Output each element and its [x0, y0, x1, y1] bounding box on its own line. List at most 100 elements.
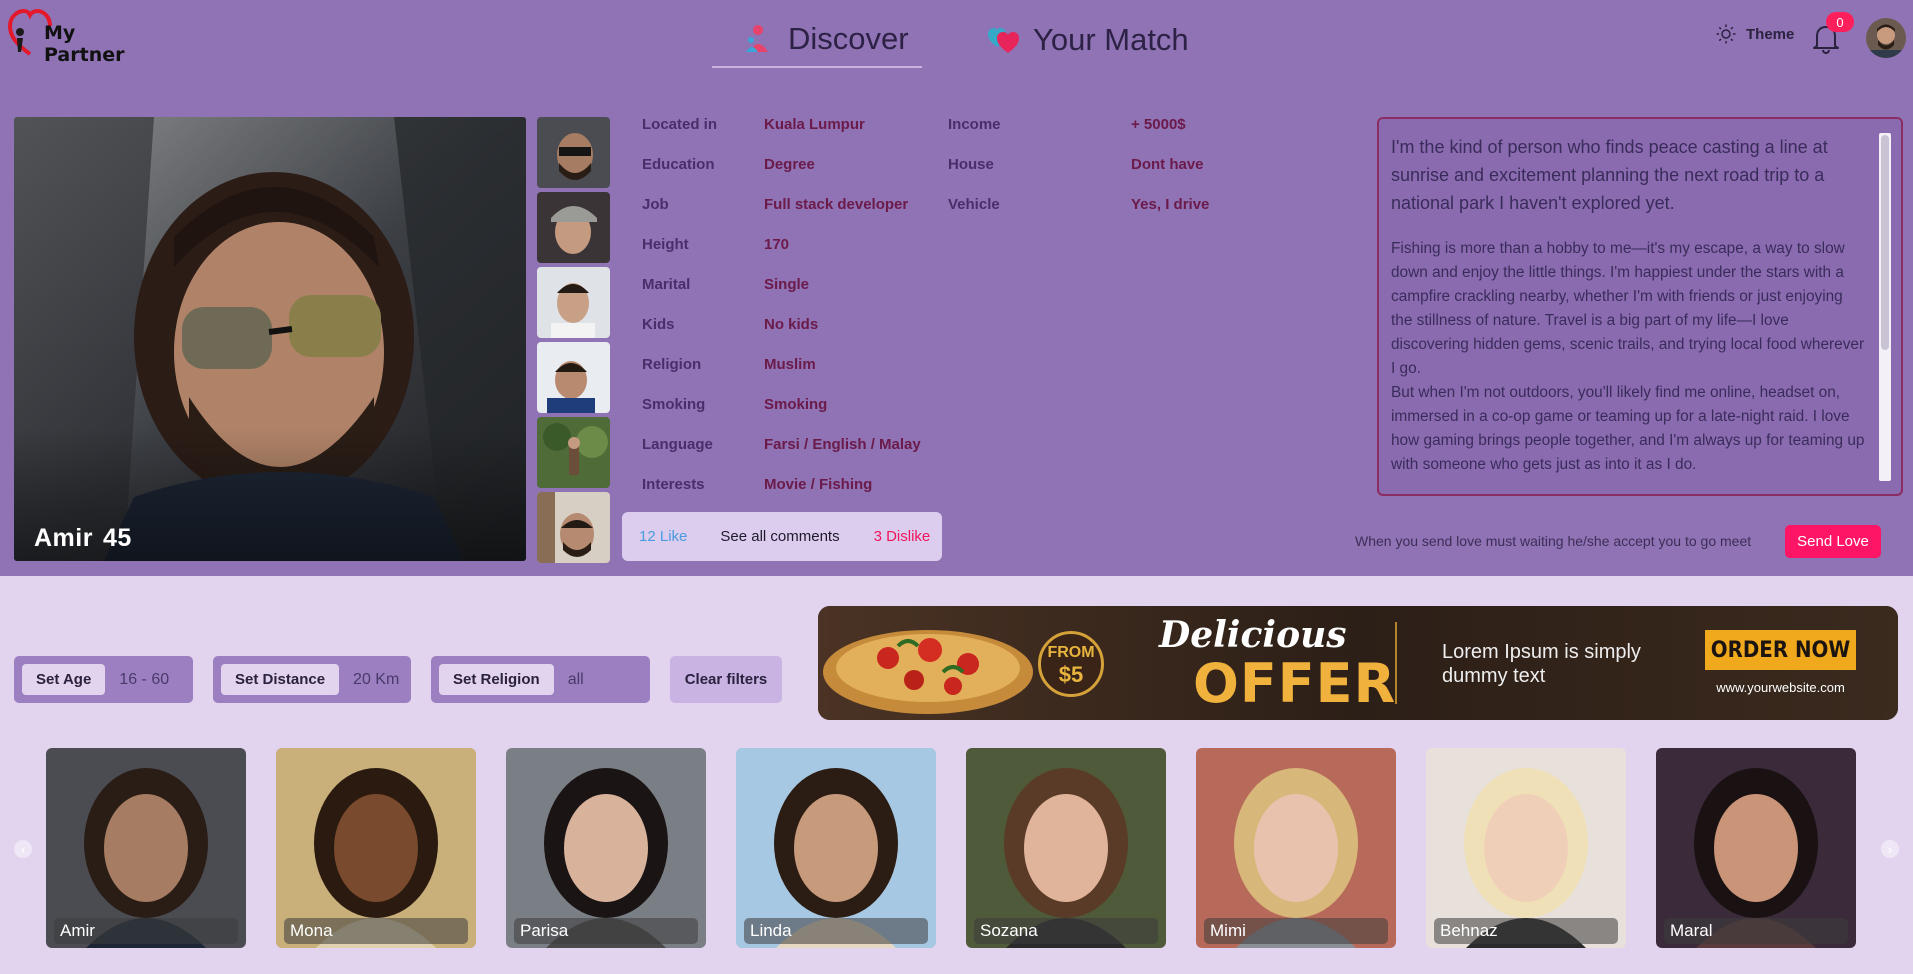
religion-filter: Set Religion all — [431, 656, 650, 703]
set-religion-button[interactable]: Set Religion — [439, 664, 554, 695]
ad-price-badge: FROM $5 — [1038, 631, 1104, 697]
profile-card-name: Maral — [1664, 918, 1848, 944]
bio-intro: I'm the kind of person who finds peace c… — [1391, 137, 1828, 213]
profile-age: 45 — [102, 524, 132, 552]
age-range-value: 16 - 60 — [119, 670, 170, 688]
details_left-label: Job — [642, 196, 669, 213]
thumbnail-image — [537, 492, 610, 563]
avatar-image — [1866, 18, 1906, 58]
tab-discover[interactable]: Discover — [712, 12, 922, 68]
like-button[interactable]: 12 Like — [639, 528, 687, 545]
profile-card[interactable]: Sozana — [966, 748, 1166, 948]
carousel-prev-arrow[interactable]: ‹ — [14, 840, 32, 858]
distance-filter: Set Distance 20 Km — [213, 656, 411, 703]
details_left-value: Muslim — [764, 356, 816, 373]
logo-line-1: My — [44, 22, 76, 44]
see-comments-link[interactable]: See all comments — [720, 528, 839, 545]
profile-card-name: Linda — [744, 918, 928, 944]
bio-paragraph-2: But when I'm not outdoors, you'll likely… — [1391, 384, 1865, 473]
tab-your-match[interactable]: Your Match — [985, 12, 1195, 68]
set-distance-button[interactable]: Set Distance — [221, 664, 340, 695]
details_left-value: Kuala Lumpur — [764, 116, 865, 133]
thumbnail-image — [537, 192, 610, 263]
distance-value: 20 Km — [353, 670, 400, 688]
details_left-value: Single — [764, 276, 810, 293]
thumbnail-5[interactable] — [537, 417, 610, 488]
details_left-label: Interests — [642, 476, 705, 493]
ad-order-now-button[interactable]: ORDER NOW — [1705, 630, 1856, 670]
discover-icon — [746, 25, 768, 52]
details_left-label: Height — [642, 236, 689, 253]
ad-price-text: $5 — [1058, 662, 1084, 687]
ad-headline-1: Delicious — [1159, 614, 1347, 656]
profile-card[interactable]: Parisa — [506, 748, 706, 948]
match-hearts-icon — [988, 28, 1019, 53]
details_left-value: No kids — [764, 316, 819, 333]
details_right-label: Income — [948, 116, 1001, 133]
details_right-value: Dont have — [1131, 156, 1204, 173]
logo-line-2: Partner — [44, 44, 125, 66]
details_left-label: Religion — [642, 356, 702, 373]
ad-headline-2: OFFER — [1193, 652, 1397, 715]
profile-card-name: Sozana — [974, 918, 1158, 944]
ad-website: www.yourwebsite.com — [1716, 680, 1845, 695]
details_right-label: House — [948, 156, 994, 173]
profile-card-name: Behnaz — [1434, 918, 1618, 944]
profile-card[interactable]: Mimi — [1196, 748, 1396, 948]
profile-card[interactable]: Maral — [1656, 748, 1856, 948]
ad-divider — [1395, 622, 1397, 704]
notification-count-badge: 0 — [1826, 12, 1854, 32]
details_left-value: Degree — [764, 156, 815, 173]
photo-thumbnails — [537, 117, 611, 563]
send-love-note: When you send love must waiting he/she a… — [1355, 533, 1752, 549]
dislike-button[interactable]: 3 Dislike — [874, 528, 931, 545]
thumbnail-4[interactable] — [537, 342, 610, 413]
carousel-next-arrow[interactable]: › — [1881, 840, 1899, 858]
tab-discover-label: Discover — [788, 21, 909, 56]
thumbnail-image — [537, 417, 610, 488]
profile-carousel: ‹ Amir Mona Parisa Linda Sozana Mimi Behnaz Mar… — [0, 748, 1913, 948]
bio-scrollbar-thumb[interactable] — [1881, 135, 1889, 350]
bio-scrollbar[interactable] — [1879, 133, 1891, 481]
details_right-label: Vehicle — [948, 196, 1000, 213]
profile-name-age: Amir 45 — [34, 524, 132, 553]
ad-banner[interactable]: FROM $5 Delicious OFFER Lorem Ipsum is s… — [818, 606, 1898, 720]
details_left-value: Farsi / English / Malay — [764, 436, 921, 453]
profile-card[interactable]: Amir — [46, 748, 246, 948]
profile-card[interactable]: Behnaz — [1426, 748, 1626, 948]
thumbnail-6[interactable] — [537, 492, 610, 563]
details_left-label: Kids — [642, 316, 675, 333]
theme-label: Theme — [1746, 25, 1795, 43]
profile-card[interactable]: Linda — [736, 748, 936, 948]
clear-filters-button[interactable]: Clear filters — [670, 656, 782, 703]
details_left-label: Smoking — [642, 396, 706, 413]
thumbnail-image — [537, 267, 610, 338]
profile-card-name: Amir — [54, 918, 238, 944]
thumbnail-3[interactable] — [537, 267, 610, 338]
details_left-label: Located in — [642, 116, 718, 133]
details_left-label: Marital — [642, 276, 691, 293]
profile-section: My Partner Discover Your Match Theme 0 A… — [0, 0, 1913, 576]
reactions-bar: 12 Like See all comments 3 Dislike — [622, 512, 942, 561]
theme-toggle[interactable]: Theme — [1716, 24, 1794, 44]
thumbnail-2[interactable] — [537, 192, 610, 263]
bio-textbox[interactable]: I'm the kind of person who finds peace c… — [1377, 117, 1903, 496]
ad-body-text: Lorem Ipsum is simply dummy text — [1442, 641, 1641, 687]
user-avatar[interactable] — [1866, 18, 1906, 58]
details_right-value: + 5000$ — [1131, 116, 1186, 133]
profile-card-name: Mimi — [1204, 918, 1388, 944]
send-love-button[interactable]: Send Love — [1785, 525, 1881, 558]
profile-photo-image — [14, 117, 526, 561]
app-name: My Partner — [44, 22, 124, 66]
profile-card[interactable]: Mona — [276, 748, 476, 948]
profile-card-name: Mona — [284, 918, 468, 944]
thumbnail-image — [537, 342, 610, 413]
thumbnail-1[interactable] — [537, 117, 610, 188]
profile-card-name: Parisa — [514, 918, 698, 944]
main-profile-photo[interactable] — [14, 117, 526, 561]
set-age-button[interactable]: Set Age — [22, 664, 106, 695]
app-logo[interactable]: My Partner — [8, 8, 124, 68]
details_left-value: Movie / Fishing — [764, 476, 873, 493]
ad-from-text: FROM — [1047, 644, 1095, 661]
thumbnail-image — [537, 117, 610, 188]
